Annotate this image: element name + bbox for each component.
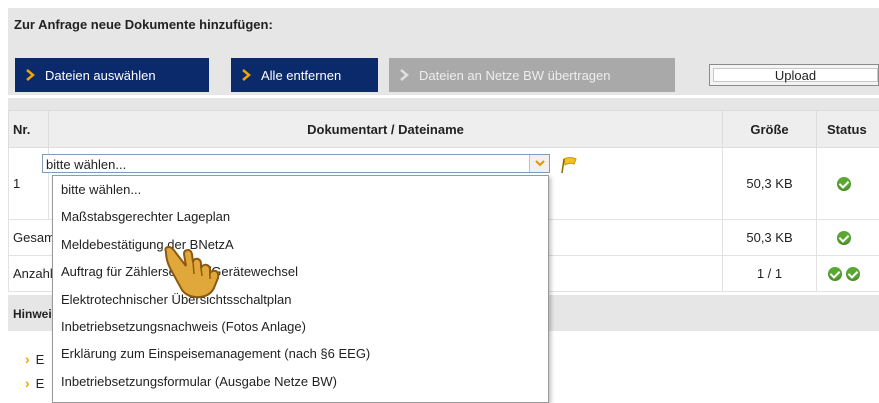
- hand-cursor-icon: [162, 244, 238, 303]
- total-status: [816, 219, 879, 256]
- flag-icon[interactable]: [560, 156, 580, 177]
- check-icon: [837, 177, 851, 192]
- table-top-strip: [8, 98, 879, 110]
- hint-item-text: E: [35, 375, 45, 391]
- chevron-right-icon: ›: [25, 375, 30, 391]
- transfer-files-label: Dateien an Netze BW übertragen: [419, 67, 611, 83]
- header-size: Größe: [722, 110, 817, 148]
- dropdown-option[interactable]: Inbetriebsetzungsformular (Ausgabe Netze…: [53, 368, 548, 395]
- document-type-dropdown[interactable]: bitte wählen... Maßstabsgerechter Lagepl…: [52, 175, 549, 403]
- dropdown-option[interactable]: Erklärung zum Einspeisemanagement (nach …: [53, 340, 548, 367]
- check-icon: [828, 267, 843, 282]
- count-status: [816, 255, 879, 292]
- dropdown-option[interactable]: Maßstabsgerechter Lageplan: [53, 203, 548, 230]
- select-value: bitte wählen...: [46, 157, 127, 172]
- dropdown-option[interactable]: bitte wählen...: [53, 176, 548, 203]
- count-size: 1 / 1: [722, 255, 817, 292]
- table-header-row: Nr. Dokumentart / Dateiname Größe Status: [8, 110, 879, 148]
- dropdown-option[interactable]: Elektrotechnischer Übersichtsschaltplan: [53, 286, 548, 313]
- dropdown-option[interactable]: Meldebestätigung der BNetzA: [53, 231, 548, 258]
- hint-item: › E: [25, 351, 44, 367]
- chevron-right-icon: [15, 58, 45, 92]
- header-doc: Dokumentart / Dateiname: [48, 110, 723, 148]
- row-size: 50,3 KB: [722, 147, 817, 220]
- chevron-right-icon: [389, 58, 419, 92]
- hint-item: › E: [25, 375, 44, 391]
- row-status: [816, 147, 879, 220]
- chevron-right-icon: ›: [25, 351, 30, 367]
- add-documents-panel: Zur Anfrage neue Dokumente hinzufügen: D…: [8, 8, 879, 95]
- dropdown-option[interactable]: Auftrag für Zählersetzung/Gerätewechsel: [53, 258, 548, 285]
- panel-title: Zur Anfrage neue Dokumente hinzufügen:: [14, 17, 273, 32]
- transfer-files-button[interactable]: Dateien an Netze BW übertragen: [389, 58, 675, 92]
- select-files-button[interactable]: Dateien auswählen: [15, 58, 209, 92]
- remove-all-label: Alle entfernen: [261, 67, 342, 83]
- header-status: Status: [816, 110, 879, 148]
- check-icon: [837, 231, 851, 246]
- header-nr: Nr.: [8, 110, 49, 148]
- document-type-select[interactable]: bitte wählen...: [42, 154, 550, 173]
- check-icon: [845, 267, 860, 282]
- select-files-label: Dateien auswählen: [45, 67, 156, 83]
- chevron-right-icon: [231, 58, 261, 92]
- upload-progress: Upload: [709, 64, 879, 86]
- upload-label: Upload: [713, 68, 878, 83]
- hint-item-text: E: [35, 351, 45, 367]
- total-size: 50,3 KB: [722, 219, 817, 256]
- chevron-down-icon[interactable]: [529, 155, 549, 172]
- remove-all-button[interactable]: Alle entfernen: [231, 58, 378, 92]
- dropdown-option[interactable]: Inbetriebsetzungsnachweis (Fotos Anlage): [53, 313, 548, 340]
